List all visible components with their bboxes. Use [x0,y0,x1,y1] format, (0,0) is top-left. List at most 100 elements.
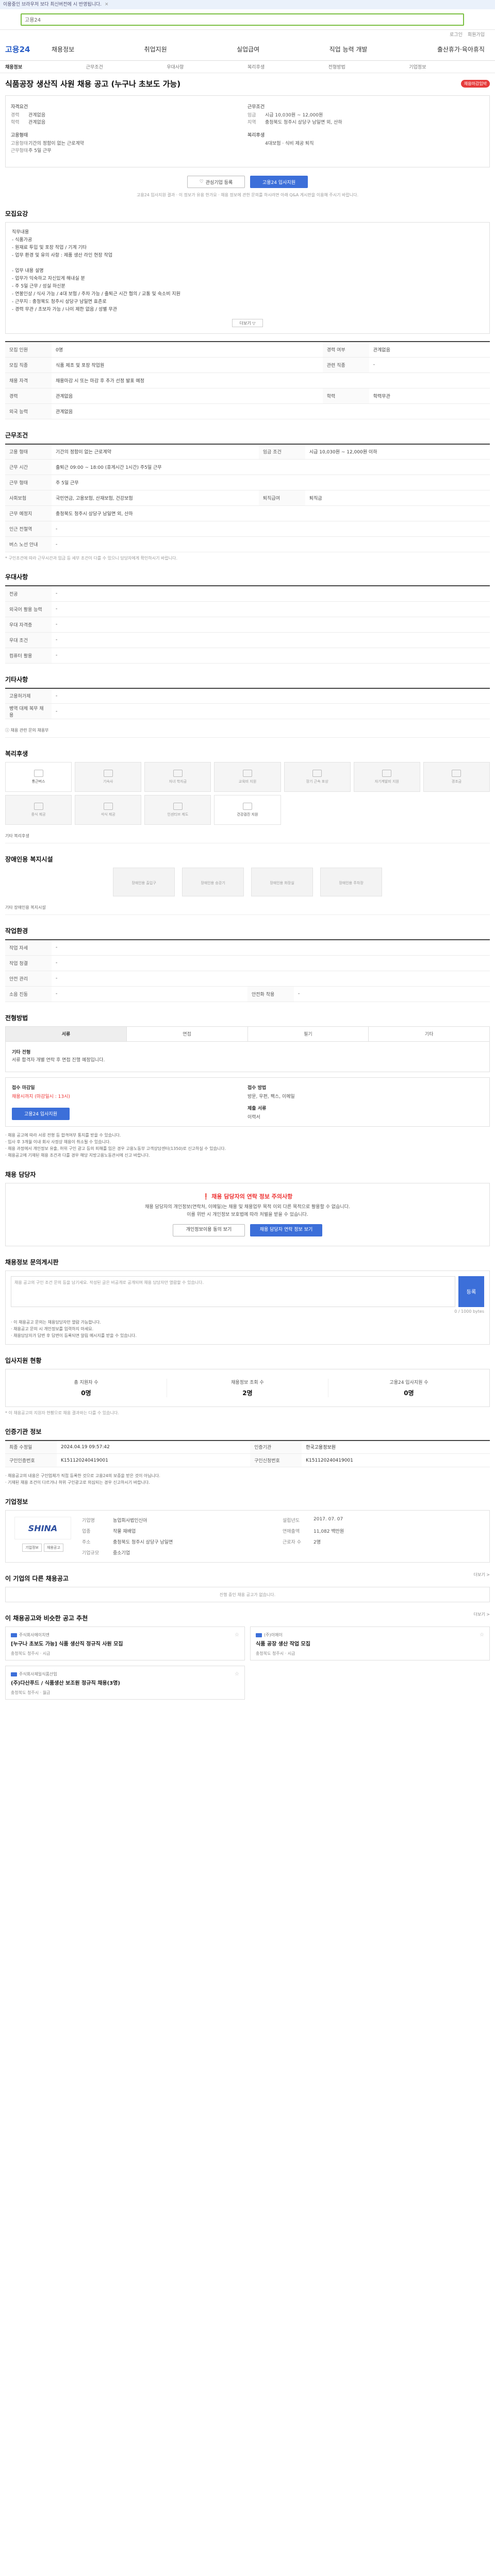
info-notes: · 채용공고의 내용은 구인업체가 직접 등록한 것으로 고용24의 보증을 받… [5,1472,490,1486]
rec-card[interactable]: 주식회사제일식품산업 (주)다산푸드 / 식품생산 보조원 정규직 채용(3명) 충… [5,1666,245,1700]
login-link[interactable]: 로그인 [450,31,463,38]
qa-submit-button[interactable]: 등록 [458,1276,484,1307]
section-title-stats: 입사지원 현황 [5,1357,42,1364]
table-row: 전공 - [5,585,490,602]
nav-item-support[interactable]: 취업지원 [144,45,167,54]
recs-more-link[interactable]: 더보기 > [474,1612,490,1617]
company-field: 연매출액 [283,1529,300,1534]
company-info-button[interactable]: 기업정보 [22,1544,42,1552]
process-step-3[interactable]: 기타 [369,1027,489,1041]
company-field [283,1549,314,1556]
more-button[interactable]: 더보기 ▽ [232,319,263,327]
site-logo[interactable]: 고용24 [5,44,52,55]
warning-icon: ❗ [202,1193,210,1200]
nav-item-leave[interactable]: 출산휴가·육아휴직 [437,45,485,54]
nav-item-benefit[interactable]: 실업급여 [237,45,259,54]
disabled-facility-item: 장애인용 출입구 [113,868,175,896]
row-label: 작업 청결 [5,955,52,971]
interest-company-button[interactable]: ♡ 관심기업 등록 [187,176,245,188]
section-title-etc: 기타사항 [5,675,28,683]
apply-button[interactable]: 고용24 입사지원 [250,176,308,188]
row-label: 인증기관 [250,1439,302,1454]
row-value: - [52,939,490,956]
row-value: 시급 10,030원 ~ 12,000원 이하 [305,443,490,460]
welfare-item: 교육비 지원 [214,762,281,792]
stat-label: 채용정보 조회 수 [231,1380,264,1385]
row-label: 사회보험 [5,490,52,506]
search-input[interactable]: 고용24 [21,13,464,26]
deadline-value: 채용시까지 (마감일시 : 13시) [12,1094,70,1099]
welfare-item: 인센티브 제도 [144,795,211,825]
stat-value: 0명 [404,1389,414,1397]
summary-label: 복리후생 [248,133,265,138]
rec-card[interactable]: (주)이에이 식품 공장 생산 작업 모집 충청북도 청주시 · 시급 ☆ [250,1626,490,1660]
section-title-conditions: 근무조건 [5,431,28,439]
stat-value: 0명 [81,1389,91,1397]
stat-label: 총 지원자 수 [74,1380,98,1385]
star-icon[interactable]: ☆ [235,1632,239,1638]
row-label: 채용 자격 [5,372,52,388]
apply-button-bottom[interactable]: 고용24 입사지원 [12,1107,70,1120]
row-value: - [52,601,490,617]
row-value: 관계없음 [52,388,323,404]
row-label: 버스 노선 안내 [5,536,52,552]
rec-card[interactable]: 주식회사에이치엔 [누구나 초보도 가능] 식품 생산직 정규직 사원 모집 충청북… [5,1626,245,1660]
star-icon[interactable]: ☆ [480,1632,484,1638]
section-title-company: 기업정보 [5,1498,28,1505]
process-step-0[interactable]: 서류 [6,1026,127,1041]
deadline-label: 접수 마감일 [12,1085,35,1091]
stats-note: * 이 채용공고의 지원자 현황으로 채용 결과와는 다를 수 있습니다. [5,1410,119,1415]
contact-view-button[interactable]: 채용 담당자 연락 정보 보기 [250,1224,322,1236]
row-label: 안전 관리 [5,971,52,987]
welfare-item: 통근버스 [5,762,72,792]
search-text: 고용24 [25,18,41,23]
tab-welfare[interactable]: 복리후생 [248,63,328,70]
row-value: - [52,536,490,552]
tab-company[interactable]: 기업정보 [409,63,490,70]
stat-label: 고용24 입사지원 수 [389,1380,428,1385]
apply-stats: 총 지원자 수 0명 채용정보 조회 수 2명 고용24 입사지원 수 0명 [5,1368,490,1407]
signup-link[interactable]: 회원가입 [468,31,485,38]
company-field: 농업회사법인신아 [113,1518,147,1523]
welfare-icon [242,770,252,777]
row-value: 식품 제조 및 포장 작업원 [52,357,323,373]
tab-process[interactable]: 전형방법 [328,63,409,70]
process-step-1[interactable]: 면접 [127,1026,248,1041]
row-value: 채용마감 시 또는 마감 후 추가 선정 발표 예정 [52,372,490,388]
process-step-2[interactable]: 필기 [248,1026,369,1041]
section-title-info: 인증기관 정보 [5,1428,42,1435]
tab-conditions[interactable]: 근무조건 [86,63,167,70]
welfare-label: 인센티브 제도 [167,812,189,817]
company-field: 설립년도 [283,1518,300,1523]
browser-notice-text: 이용중인 브라우저 보다 최신버전에 시 반영됩니다. [3,2,102,7]
search-strip: 고용24 [0,9,495,30]
summary-label: 자격요건 [11,105,28,110]
welfare-item: 장기 근속 포상 [284,762,351,792]
disabled-grid: 장애인용 출입구 장애인용 승강기 장애인용 화장실 장애인용 주차장 [5,868,490,896]
conditions-table: 고용 형태 기간의 정함이 없는 근로계약 임금 조건 시급 10,030원 ~ 12… [5,443,490,552]
privacy-consent-button[interactable]: 개인정보이용 동의 보기 [173,1224,245,1236]
rec-company: 주식회사에이치엔 [11,1632,239,1638]
star-icon[interactable]: ☆ [235,1671,239,1677]
row-label: 우대 조건 [5,632,52,648]
welfare-icon [103,770,113,777]
company-jobs-button[interactable]: 채용공고 [44,1544,63,1552]
table-row: 우대 자격증 - [5,617,490,633]
qa-input[interactable]: 채용 공고의 구인 조건 문의 등을 남기세요. 작성된 글은 비공개로 공개되… [11,1276,455,1307]
table-row: 컴퓨터 활용 - [5,648,490,664]
welfare-item: 자기계발비 지원 [353,762,420,792]
tab-preferences[interactable]: 우대사항 [167,63,248,70]
tab-recruit[interactable]: 채용정보 [5,63,86,70]
company-field: 업종 [82,1529,91,1534]
row-label: 경력 여부 [322,341,369,358]
nav-item-jobs[interactable]: 채용정보 [52,45,74,54]
preferences-table: 전공 - 외국어 활용 능력 - 우대 자격증 - 우대 조건 - 컴퓨터 활용 - [5,585,490,664]
nav-item-training[interactable]: 직업 능력 개발 [329,45,368,54]
contact-link[interactable]: ⓘ 채용 관련 문의 채용부 [5,723,490,738]
section-title-contact: 채용 담당자 [5,1171,36,1178]
welfare-item: 석식 제공 [75,795,142,825]
facility-label: 장애인용 주차장 [339,881,364,885]
stat-item: 채용정보 조회 수 2명 [167,1378,328,1397]
others-more-link[interactable]: 더보기 > [474,1572,490,1578]
close-icon[interactable]: ✕ [105,0,109,9]
